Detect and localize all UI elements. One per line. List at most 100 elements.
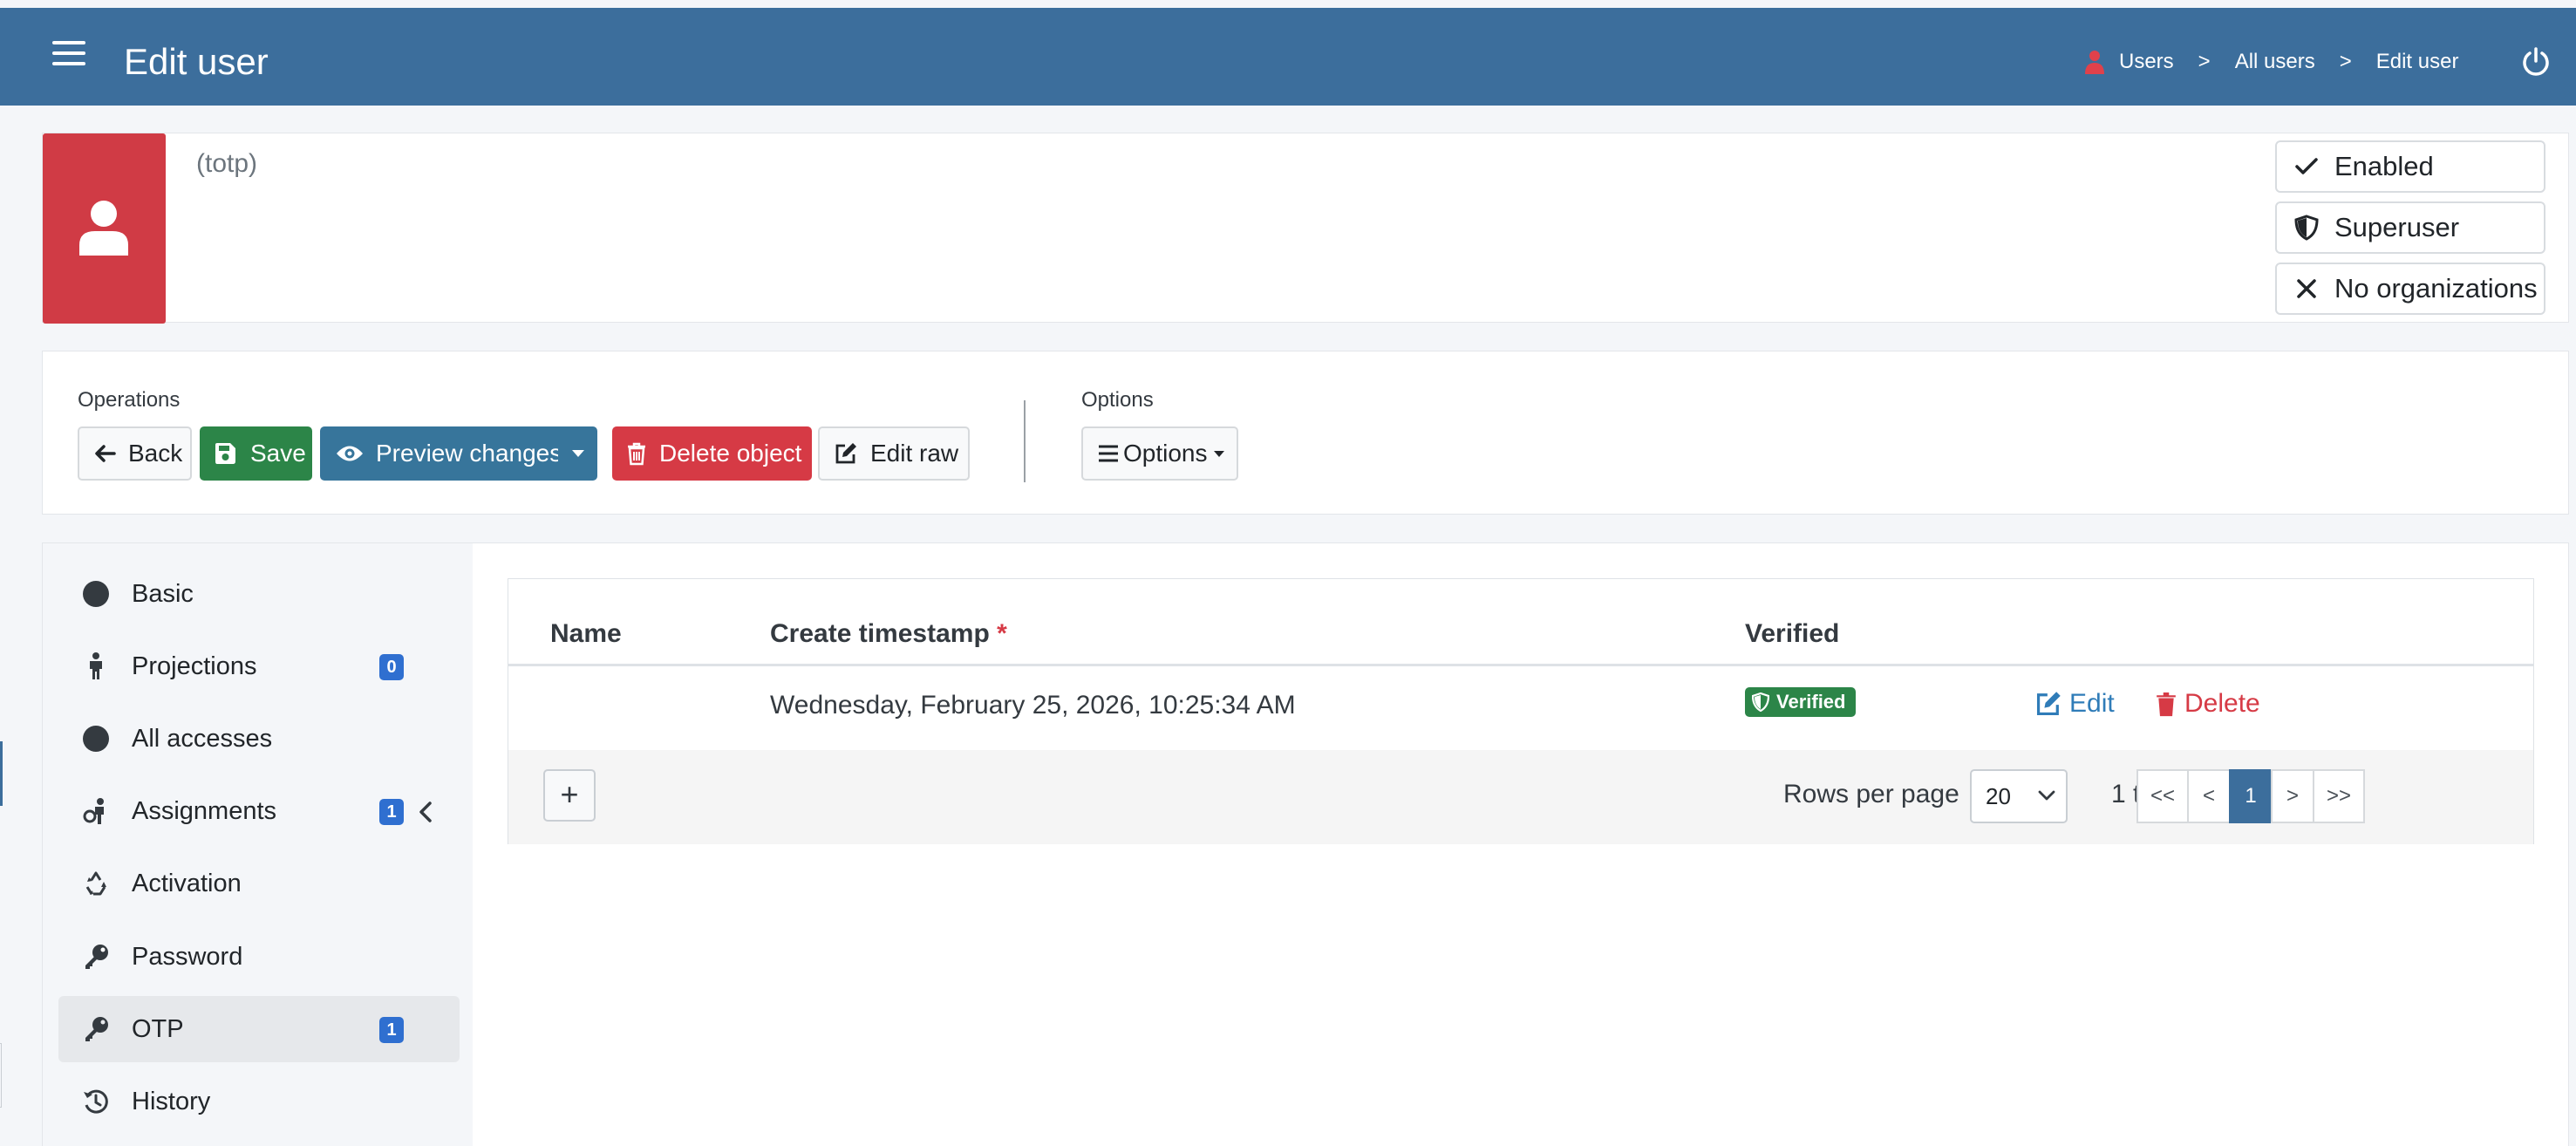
sidebar-item-history[interactable]: History: [58, 1068, 460, 1135]
back-label: Back: [128, 440, 183, 467]
eye-icon: [337, 446, 363, 461]
sidebar-item-assignments[interactable]: Assignments 1: [58, 778, 460, 844]
table-header-divider: [508, 664, 2533, 666]
column-header-name[interactable]: Name: [550, 619, 622, 649]
check-icon: [2295, 158, 2318, 174]
delete-row-button[interactable]: Delete: [2155, 689, 2260, 719]
add-row-button[interactable]: +: [543, 769, 596, 822]
sidebar-item-all-accesses[interactable]: All accesses: [58, 706, 460, 772]
column-header-verified[interactable]: Verified: [1745, 619, 1839, 649]
sidebar-item-label: Basic: [132, 579, 194, 608]
cell-create-timestamp: Wednesday, February 25, 2026, 10:25:34 A…: [770, 691, 1296, 720]
sidebar-item-password[interactable]: Password: [58, 924, 460, 990]
last-page-button[interactable]: >>: [2313, 769, 2365, 823]
sidebar: Basic Projections 0 All accesses Assignm…: [43, 543, 473, 1146]
user-icon: [2084, 50, 2105, 74]
back-button[interactable]: Back: [78, 426, 192, 481]
enabled-tag[interactable]: Enabled: [2275, 140, 2545, 193]
divider: [1024, 400, 1026, 482]
count-badge: 1: [379, 1017, 404, 1043]
sidebar-item-label: Assignments: [132, 796, 277, 825]
operations-label: Operations: [78, 388, 181, 412]
no-organizations-label: No organizations: [2334, 273, 2538, 304]
verified-badge: Verified: [1745, 687, 1857, 717]
key-icon: [81, 942, 111, 972]
floppy-disk-icon: [215, 443, 235, 464]
superuser-label: Superuser: [2334, 212, 2460, 242]
main-panel: Basic Projections 0 All accesses Assignm…: [42, 542, 2569, 1146]
sidebar-item-label: Activation: [132, 869, 242, 897]
shield-icon: [2294, 215, 2319, 241]
power-icon[interactable]: [2520, 46, 2552, 78]
column-header-label: Create timestamp: [770, 619, 990, 648]
profile-panel: (totp) Enabled Superuser No organization…: [42, 133, 2569, 324]
sidebar-item-projections[interactable]: Projections 0: [58, 633, 460, 699]
no-organizations-tag[interactable]: No organizations: [2275, 263, 2545, 315]
first-page-button[interactable]: <<: [2136, 769, 2189, 823]
count-badge: 1: [379, 799, 404, 825]
person-icon: [81, 651, 111, 681]
save-label: Save: [250, 440, 306, 467]
recycle-icon: [81, 869, 111, 898]
rows-per-page-select[interactable]: 20: [1970, 769, 2068, 823]
pagination: << < 1 > >>: [2136, 769, 2365, 823]
trash-icon: [628, 442, 645, 466]
delete-label: Delete: [2184, 689, 2260, 718]
edit-raw-button[interactable]: Edit raw: [818, 426, 970, 481]
count-badge: 0: [379, 654, 404, 680]
column-header-create-timestamp[interactable]: Create timestamp *: [770, 619, 1007, 649]
page-1-button[interactable]: 1: [2229, 769, 2273, 823]
circle-icon: [81, 724, 111, 754]
shield-icon: [1752, 692, 1769, 712]
user-subtitle: (totp): [196, 149, 258, 178]
edit-row-button[interactable]: Edit: [2034, 689, 2115, 719]
next-page-button[interactable]: >: [2271, 769, 2314, 823]
page-title: Edit user: [124, 41, 269, 82]
chevron-down-icon: [2038, 790, 2055, 801]
sidebar-item-label: All accesses: [132, 724, 273, 753]
superuser-tag[interactable]: Superuser: [2275, 201, 2545, 254]
sidebar-item-activation[interactable]: Activation: [58, 850, 460, 917]
enabled-label: Enabled: [2334, 151, 2434, 181]
otp-table: Name Create timestamp * Verified Wednesd…: [508, 578, 2534, 844]
edge-indicator: [0, 1043, 2, 1108]
sidebar-item-otp[interactable]: OTP 1: [58, 996, 460, 1062]
options-button-label: Options: [1123, 440, 1208, 467]
user-avatar-icon: [79, 201, 128, 256]
breadcrumb-separator: >: [2198, 50, 2211, 73]
caret-down-icon: [571, 450, 584, 457]
edge-indicator: [0, 741, 3, 806]
hamburger-menu-icon[interactable]: [52, 41, 85, 72]
circle-icon: [81, 579, 111, 609]
close-icon: [2297, 279, 2316, 298]
edit-icon: [2036, 692, 2061, 716]
previous-page-button[interactable]: <: [2187, 769, 2231, 823]
sidebar-item-label: History: [132, 1087, 211, 1115]
preview-dropdown-toggle[interactable]: [558, 426, 597, 481]
options-label: Options: [1081, 388, 1154, 412]
key-icon: [81, 1014, 111, 1044]
top-navbar: Edit user Users > All users > Edit user: [0, 8, 2576, 106]
breadcrumb-users[interactable]: Users: [2119, 50, 2174, 74]
edit-label: Edit: [2069, 689, 2115, 718]
chevron-left-icon[interactable]: [418, 801, 433, 830]
avatar: [43, 133, 166, 324]
caret-down-icon: [1213, 450, 1224, 457]
breadcrumb-edit-user[interactable]: Edit user: [2376, 50, 2459, 74]
assignment-icon: [81, 796, 111, 826]
preview-changes-button[interactable]: Preview changes: [320, 426, 562, 481]
edit-raw-label: Edit raw: [870, 440, 959, 467]
rows-per-page-value: 20: [1986, 783, 2011, 809]
options-dropdown-button[interactable]: Options: [1081, 426, 1238, 481]
sidebar-item-basic[interactable]: Basic: [58, 561, 460, 627]
rows-per-page-label: Rows per page: [1783, 780, 1959, 808]
operations-panel: Operations Back Save Preview changes Del…: [42, 351, 2569, 515]
edit-icon: [835, 443, 856, 464]
delete-object-label: Delete object: [659, 440, 802, 467]
breadcrumb-all-users[interactable]: All users: [2235, 50, 2315, 74]
delete-object-button[interactable]: Delete object: [612, 426, 812, 481]
sidebar-item-label: OTP: [132, 1014, 184, 1043]
history-icon: [81, 1087, 111, 1116]
save-button[interactable]: Save: [200, 426, 312, 481]
sidebar-item-label: Projections: [132, 651, 257, 680]
